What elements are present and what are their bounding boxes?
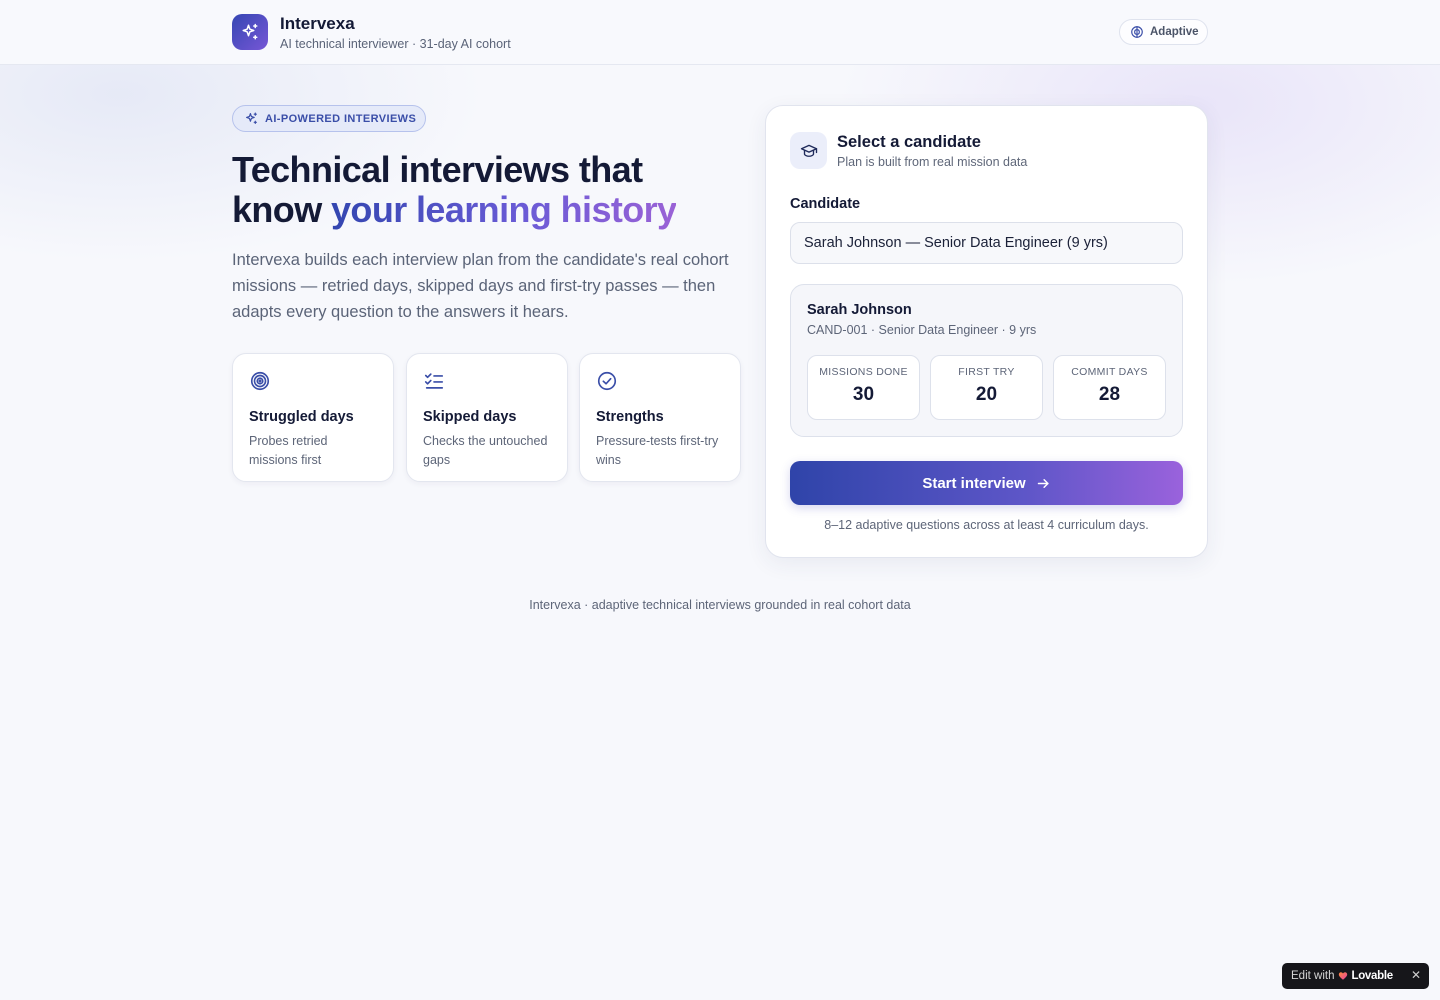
start-interview-label: Start interview <box>922 474 1026 492</box>
candidate-meta: CAND-001 · Senior Data Engineer · 9 yrs <box>807 323 1037 337</box>
arrow-right-icon <box>1037 478 1049 488</box>
adaptive-mode-badge[interactable]: Adaptive <box>1119 19 1208 45</box>
candidate-name: Sarah Johnson <box>807 302 912 318</box>
sparkles-icon <box>246 112 257 124</box>
hero-title-line1: Technical interviews that <box>232 149 643 190</box>
lovable-prefix: Edit with <box>1291 970 1335 982</box>
feature-description: Checks the untouched gaps <box>423 434 548 467</box>
top-bar: Intervexa AI technical interviewer · 31-… <box>0 0 1440 65</box>
stat-value: 30 <box>852 384 875 405</box>
lovable-brand: Lovable <box>1338 970 1393 982</box>
panel-title: Select a candidate <box>837 133 981 151</box>
feature-title: Struggled days <box>249 409 354 425</box>
candidate-label: Candidate <box>790 196 861 212</box>
app-name: Intervexa <box>280 14 355 33</box>
sparkles-logo-icon[interactable] <box>232 14 268 50</box>
app-subtitle: AI technical interviewer · 31-day AI coh… <box>280 37 511 51</box>
stat-label: FIRST TRY <box>958 366 1015 378</box>
lovable-brand-label: Lovable <box>1351 970 1393 982</box>
heart-icon <box>1339 972 1348 980</box>
stat-label: COMMIT DAYS <box>1071 366 1148 378</box>
stat-value: 28 <box>1098 384 1121 405</box>
feature-description: Pressure-tests first-try wins <box>596 434 719 467</box>
stat-commit-days: COMMIT DAYS 28 <box>1053 355 1166 420</box>
hero-title-accent: your learning history <box>331 189 677 230</box>
panel-subtitle: Plan is built from real mission data <box>837 155 1028 169</box>
feature-card-struggled: Struggled days Probes retried missions f… <box>232 353 394 482</box>
candidate-profile-card: Sarah Johnson CAND-001 · Senior Data Eng… <box>790 284 1183 437</box>
edit-with-lovable-badge[interactable]: Edit with Lovable ✕ <box>1282 963 1429 989</box>
stat-first-try: FIRST TRY 20 <box>930 355 1043 420</box>
feature-card-strengths: Strengths Pressure-tests first-try wins <box>579 353 741 482</box>
candidate-select[interactable]: Sarah Johnson — Senior Data Engineer (9 … <box>790 222 1183 264</box>
footer-text: Intervexa · adaptive technical interview… <box>529 598 911 612</box>
questions-hint: 8–12 adaptive questions across at least … <box>824 518 1149 532</box>
check-circle-icon <box>597 371 617 391</box>
graduation-cap-icon <box>790 132 827 169</box>
brain-icon <box>1131 26 1143 38</box>
ai-powered-badge: AI-POWERED INTERVIEWS <box>232 105 426 132</box>
hero-title-line2: know <box>232 189 332 230</box>
adaptive-label: Adaptive <box>1150 26 1199 38</box>
feature-title: Strengths <box>596 409 664 425</box>
hero-description: Intervexa builds each interview plan fro… <box>232 251 729 321</box>
checklist-icon <box>424 373 444 389</box>
background-glow <box>0 64 1440 624</box>
hero-title: Technical interviews that know your lear… <box>232 150 772 230</box>
close-icon[interactable]: ✕ <box>1411 968 1421 982</box>
stat-missions-done: MISSIONS DONE 30 <box>807 355 920 420</box>
feature-card-skipped: Skipped days Checks the untouched gaps <box>406 353 568 482</box>
target-icon <box>250 371 270 391</box>
feature-title: Skipped days <box>423 409 517 425</box>
stat-value: 20 <box>975 384 998 405</box>
badge-label: AI-POWERED INTERVIEWS <box>265 112 417 125</box>
stat-label: MISSIONS DONE <box>819 366 908 378</box>
start-interview-button[interactable]: Start interview <box>790 461 1183 505</box>
candidate-select-value: Sarah Johnson — Senior Data Engineer (9 … <box>804 235 1108 251</box>
candidate-panel: Select a candidate Plan is built from re… <box>765 105 1208 558</box>
feature-description: Probes retried missions first <box>249 434 328 467</box>
